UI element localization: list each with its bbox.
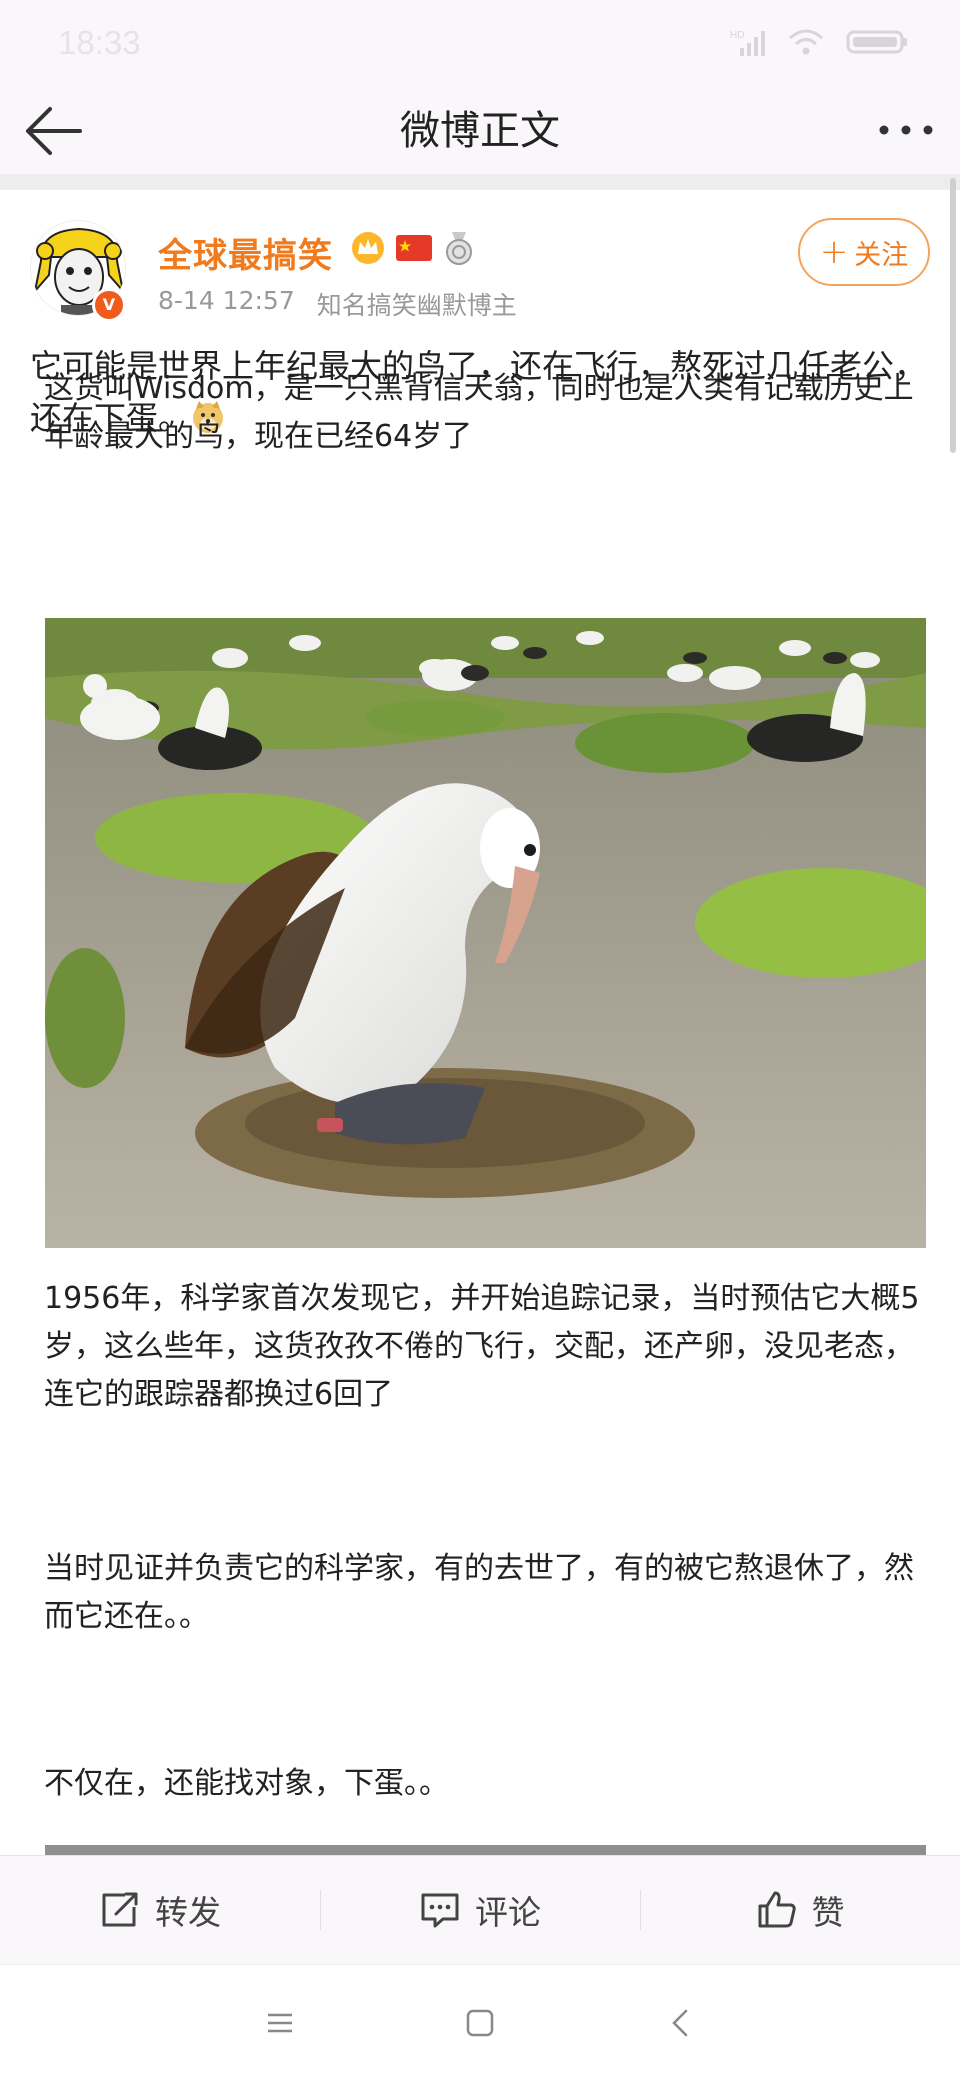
author-description: 知名搞笑幽默博主: [316, 291, 517, 320]
post-paragraph-4: 不仅在，还能找对象，下蛋。。: [44, 1766, 449, 1801]
plus-icon: +: [819, 232, 849, 272]
battery-icon: [846, 30, 907, 54]
post-paragraph-1: 这货叫Wisdom，是一只黑背信天翁，同时也是人类有记载历史上年龄最大的鸟，现在…: [44, 371, 914, 454]
back-icon[interactable]: [664, 2005, 700, 2041]
post-meta: 8-14 12:57 知名搞笑幽默博主: [158, 286, 517, 322]
repost-label: 转发: [155, 1893, 221, 1932]
signal-icon: HD: [730, 30, 765, 56]
thumbs-up-icon: [758, 1891, 796, 1928]
post-action-bar: 转发 评论 赞: [0, 1855, 960, 1964]
home-icon[interactable]: [462, 2005, 498, 2041]
repost-icon: [102, 1892, 138, 1927]
scrollbar[interactable]: [950, 178, 956, 453]
system-icons: HD: [730, 28, 908, 56]
network-label: HD: [730, 30, 744, 41]
post-content: V 全球最搞笑 8-14 12:57 知名搞笑幽默博主 + 关注 它可能是世界上…: [0, 190, 960, 1855]
china-flag-icon: [396, 235, 432, 261]
menu-icon[interactable]: [262, 2005, 298, 2041]
comment-button[interactable]: 评论: [320, 1856, 640, 1964]
system-nav-bar: [0, 1964, 960, 2080]
post-paragraph-3: 当时见证并负责它的科学家，有的去世了，有的被它熬退休了，然而它还在。。: [44, 1551, 914, 1634]
like-button[interactable]: 赞: [640, 1856, 960, 1964]
author-badges: [350, 230, 476, 266]
author-name[interactable]: 全球最搞笑: [158, 228, 333, 277]
crown-icon: [352, 232, 384, 264]
follow-label: 关注: [854, 239, 909, 271]
status-time: 18:33: [58, 24, 141, 61]
like-label: 赞: [811, 1893, 845, 1932]
page-title: 微博正文: [400, 108, 560, 154]
medal-icon: [446, 232, 472, 265]
header-divider: [0, 174, 960, 190]
post-paragraph-2: 1956年，科学家首次发现它，并开始追踪记录，当时预估它大概5岁，这么些年，这货…: [44, 1281, 920, 1412]
photo-illustration: [45, 618, 926, 1248]
verified-badge: V: [92, 288, 126, 322]
comment-icon: [421, 1893, 459, 1928]
comment-label: 评论: [475, 1893, 541, 1932]
wifi-icon: [789, 29, 823, 55]
status-bar: 18:33 HD: [0, 0, 960, 90]
second-photo-edge[interactable]: [45, 1845, 926, 1855]
post-time: 8-14 12:57: [158, 286, 295, 315]
albatross-photo[interactable]: [45, 618, 926, 1248]
follow-button[interactable]: + 关注: [798, 218, 930, 286]
top-nav-bar: 微博正文: [0, 90, 960, 174]
more-options-icon[interactable]: [874, 102, 938, 158]
repost-button[interactable]: 转发: [0, 1856, 320, 1964]
